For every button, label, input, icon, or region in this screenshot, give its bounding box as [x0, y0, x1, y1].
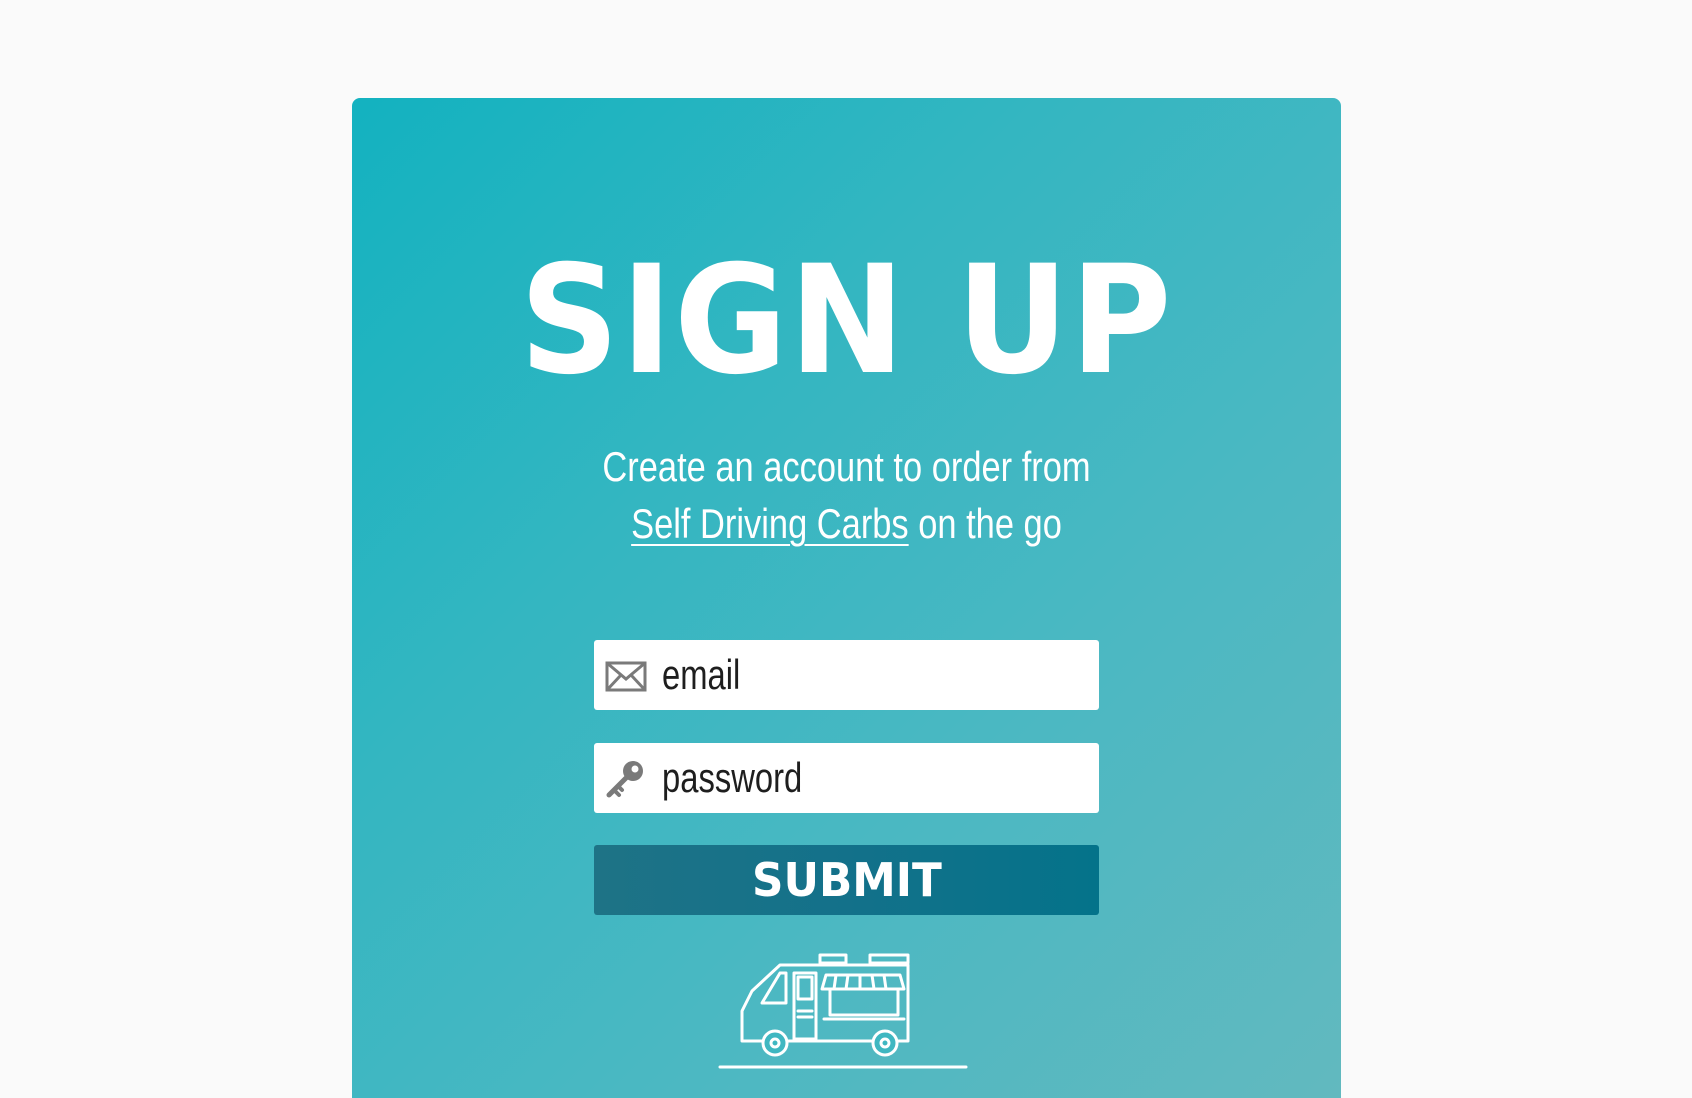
brand-link[interactable]: Self Driving Carbs [631, 500, 909, 547]
password-input[interactable] [662, 743, 990, 813]
subtitle-line-1: Create an account to order from [602, 443, 1091, 490]
submit-label: SUBMIT [751, 853, 942, 907]
page-title: SIGN UP [519, 234, 1174, 408]
password-field[interactable] [594, 743, 1099, 813]
food-truck-icon [718, 953, 968, 1069]
submit-button[interactable]: SUBMIT [594, 845, 1099, 915]
envelope-icon [604, 654, 648, 698]
key-icon [604, 757, 648, 801]
signup-subtitle: Create an account to order from Self Dri… [441, 438, 1252, 552]
subtitle-line-2-suffix: on the go [908, 500, 1062, 547]
email-field[interactable] [594, 640, 1099, 710]
email-input[interactable] [662, 640, 990, 710]
signup-card: SIGN UP Create an account to order from … [352, 98, 1341, 1098]
